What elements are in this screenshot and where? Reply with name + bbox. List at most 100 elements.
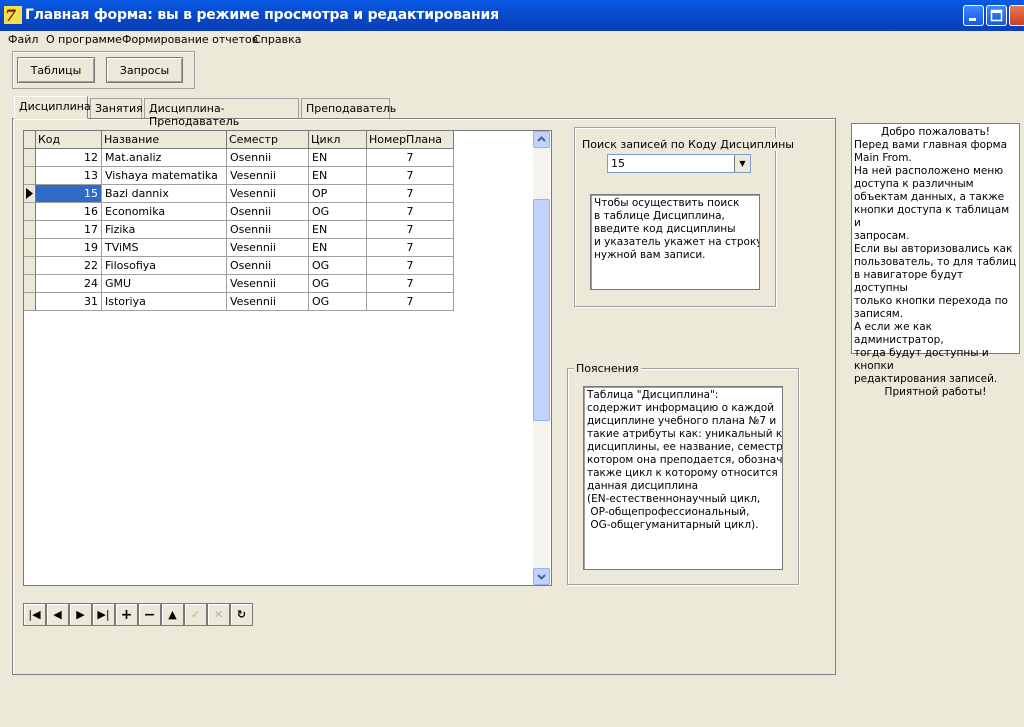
nav-first-button[interactable]: |◀: [23, 603, 46, 626]
column-header-plan-number[interactable]: НомерПлана: [367, 131, 454, 149]
row-indicator[interactable]: [24, 203, 36, 221]
cell-name[interactable]: Bazi dannix: [102, 185, 227, 203]
cell-name[interactable]: TViMS: [102, 239, 227, 257]
maximize-button[interactable]: [986, 5, 1007, 26]
nav-cancel-button[interactable]: ✕: [207, 603, 230, 626]
nav-post-button[interactable]: ✓: [184, 603, 207, 626]
cell-plan-number[interactable]: 7: [367, 185, 454, 203]
grid-scrollbar[interactable]: [533, 131, 550, 585]
cell-cycle[interactable]: OG: [309, 203, 367, 221]
cell-code[interactable]: 12: [36, 149, 102, 167]
cell-semester[interactable]: Osennii: [227, 149, 309, 167]
cell-plan-number[interactable]: 7: [367, 149, 454, 167]
tab-discipline-teacher[interactable]: Дисциплина-Преподаватель: [144, 98, 299, 128]
search-code-combo[interactable]: 15 ▼: [607, 154, 751, 173]
nav-insert-button[interactable]: +: [115, 603, 138, 626]
menu-help[interactable]: Справка: [253, 33, 301, 46]
cell-cycle[interactable]: EN: [309, 149, 367, 167]
scroll-thumb[interactable]: [533, 199, 550, 421]
column-header-code[interactable]: Код: [36, 131, 102, 149]
cell-code[interactable]: 24: [36, 275, 102, 293]
cell-semester[interactable]: Osennii: [227, 257, 309, 275]
cell-semester[interactable]: Vesennii: [227, 293, 309, 311]
row-indicator[interactable]: [24, 293, 36, 311]
scroll-down-button[interactable]: [533, 568, 550, 585]
table-row[interactable]: 22 Filosofiya Osennii OG 7: [24, 257, 454, 275]
cell-plan-number[interactable]: 7: [367, 239, 454, 257]
table-row[interactable]: 24 GMU Vesennii OG 7: [24, 275, 454, 293]
minimize-button[interactable]: [963, 5, 984, 26]
cell-code[interactable]: 13: [36, 167, 102, 185]
cell-name[interactable]: Mat.analiz: [102, 149, 227, 167]
cell-semester[interactable]: Vesennii: [227, 239, 309, 257]
tab-discipline[interactable]: Дисциплина: [14, 96, 91, 119]
close-button[interactable]: [1009, 5, 1024, 26]
queries-button[interactable]: Запросы: [106, 57, 183, 83]
nav-refresh-button[interactable]: ↻: [230, 603, 253, 626]
cell-name[interactable]: Economika: [102, 203, 227, 221]
nav-edit-button[interactable]: ▲: [161, 603, 184, 626]
cell-plan-number[interactable]: 7: [367, 203, 454, 221]
cell-code[interactable]: 16: [36, 203, 102, 221]
table-row[interactable]: 12 Mat.analiz Osennii EN 7: [24, 149, 454, 167]
explanations-memo[interactable]: Таблица "Дисциплина": содержит информаци…: [583, 386, 783, 570]
table-row[interactable]: 19 TViMS Vesennii EN 7: [24, 239, 454, 257]
cell-code[interactable]: 31: [36, 293, 102, 311]
tables-button[interactable]: Таблицы: [17, 57, 95, 83]
cell-plan-number[interactable]: 7: [367, 257, 454, 275]
table-row[interactable]: 31 Istoriya Vesennii OG 7: [24, 293, 454, 311]
cell-cycle[interactable]: OG: [309, 293, 367, 311]
tab-classes[interactable]: Занятия: [90, 98, 143, 118]
cell-plan-number[interactable]: 7: [367, 293, 454, 311]
cell-cycle[interactable]: EN: [309, 239, 367, 257]
cell-name[interactable]: Istoriya: [102, 293, 227, 311]
cell-plan-number[interactable]: 7: [367, 275, 454, 293]
cell-semester[interactable]: Osennii: [227, 221, 309, 239]
menu-file[interactable]: Файл: [8, 33, 38, 46]
cell-cycle[interactable]: OG: [309, 257, 367, 275]
cell-cycle[interactable]: OG: [309, 275, 367, 293]
cell-name[interactable]: Filosofiya: [102, 257, 227, 275]
column-header-semester[interactable]: Семестр: [227, 131, 309, 149]
table-row[interactable]: 16 Economika Osennii OG 7: [24, 203, 454, 221]
nav-delete-button[interactable]: −: [138, 603, 161, 626]
row-indicator[interactable]: [24, 257, 36, 275]
scroll-up-button[interactable]: [533, 131, 550, 148]
cell-semester[interactable]: Vesennii: [227, 275, 309, 293]
cell-plan-number[interactable]: 7: [367, 167, 454, 185]
column-header-cycle[interactable]: Цикл: [309, 131, 367, 149]
cell-semester[interactable]: Osennii: [227, 203, 309, 221]
cell-name[interactable]: Vishaya matematika: [102, 167, 227, 185]
row-indicator[interactable]: [24, 239, 36, 257]
cell-cycle[interactable]: OP: [309, 185, 367, 203]
row-indicator[interactable]: [24, 221, 36, 239]
row-indicator[interactable]: [24, 275, 36, 293]
discipline-grid[interactable]: Код Название Семестр Цикл НомерПлана 12 M…: [23, 130, 552, 586]
cell-semester[interactable]: Vesennii: [227, 185, 309, 203]
cell-name[interactable]: Fizika: [102, 221, 227, 239]
nav-next-button[interactable]: ▶: [69, 603, 92, 626]
cell-code[interactable]: 15: [36, 185, 102, 203]
tab-teacher[interactable]: Преподаватель: [301, 98, 396, 118]
menu-about[interactable]: О программе: [46, 33, 122, 46]
nav-last-button[interactable]: ▶|: [92, 603, 115, 626]
column-header-name[interactable]: Название: [102, 131, 227, 149]
row-indicator[interactable]: [24, 185, 36, 203]
cell-cycle[interactable]: EN: [309, 167, 367, 185]
cell-code[interactable]: 22: [36, 257, 102, 275]
cell-name[interactable]: GMU: [102, 275, 227, 293]
combo-dropdown-button[interactable]: ▼: [734, 155, 750, 172]
nav-prior-button[interactable]: ◀: [46, 603, 69, 626]
table-row[interactable]: 13 Vishaya matematika Vesennii EN 7: [24, 167, 454, 185]
cell-semester[interactable]: Vesennii: [227, 167, 309, 185]
cell-cycle[interactable]: EN: [309, 221, 367, 239]
cell-plan-number[interactable]: 7: [367, 221, 454, 239]
cell-code[interactable]: 17: [36, 221, 102, 239]
row-indicator[interactable]: [24, 167, 36, 185]
menu-reports[interactable]: Формирование отчетов: [122, 33, 258, 46]
welcome-memo[interactable]: Добро пожаловать! Перед вами главная форм…: [851, 123, 1020, 398]
row-indicator[interactable]: [24, 149, 36, 167]
table-row[interactable]: 17 Fizika Osennii EN 7: [24, 221, 454, 239]
cell-code[interactable]: 19: [36, 239, 102, 257]
table-row[interactable]: 15 Bazi dannix Vesennii OP 7: [24, 185, 454, 203]
